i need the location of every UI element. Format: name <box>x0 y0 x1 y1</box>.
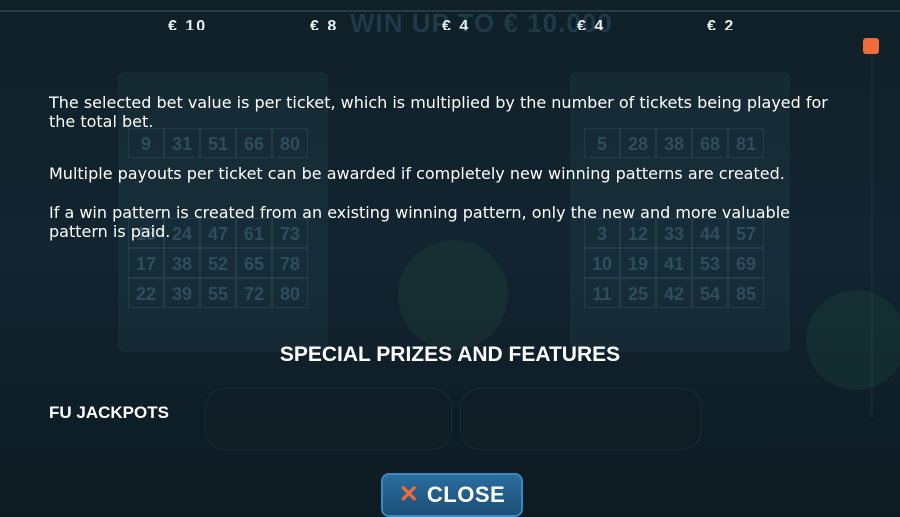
prize-value: € 4 <box>577 18 606 30</box>
help-paragraph-win-pattern: If a win pattern is created from an exis… <box>49 203 790 241</box>
background-grid-cell: 81 <box>728 128 764 158</box>
help-paragraph-bet: The selected bet value is per ticket, wh… <box>49 93 828 131</box>
background-grid-cell: 80 <box>272 278 308 308</box>
background-grid-cell: 22 <box>128 278 164 308</box>
section-title: SPECIAL PRIZES AND FEATURES <box>279 343 621 366</box>
prize-value: € 4 <box>442 18 471 30</box>
background-grid-cell: 53 <box>692 248 728 278</box>
background-grid-cell: 17 <box>128 248 164 278</box>
background-grid-cell: 69 <box>728 248 764 278</box>
subsection-title: FU JACKPOTS <box>49 403 169 422</box>
background-grid-cell: 9 <box>128 128 164 158</box>
prize-value: € 2 <box>707 18 736 30</box>
close-x-icon: ✕ <box>398 481 419 508</box>
background-grid-cell: 72 <box>236 278 272 308</box>
background-grid-cell: 10 <box>584 248 620 278</box>
background-grid-cell: 85 <box>728 278 764 308</box>
close-button-label: CLOSE <box>426 482 506 507</box>
background-grid-cell: 54 <box>692 278 728 308</box>
help-paragraph-multiple-payouts: Multiple payouts per ticket can be award… <box>49 164 785 183</box>
background-grid-cell: 28 <box>620 128 656 158</box>
background-grid-cell: 25 <box>620 278 656 308</box>
background-grid-cell: 42 <box>656 278 692 308</box>
background-grid-cell: 78 <box>272 248 308 278</box>
background-grid-cell: 5 <box>584 128 620 158</box>
background-grid-cell: 39 <box>164 278 200 308</box>
background-ball <box>398 240 508 350</box>
background-grid-cell: 19 <box>620 248 656 278</box>
background-grid-cell: 38 <box>656 128 692 158</box>
prize-value: € 8 <box>310 18 339 30</box>
background-grid-cell: 65 <box>236 248 272 278</box>
background-grid-cell: 80 <box>272 128 308 158</box>
background-grid-cell: 31 <box>164 128 200 158</box>
prize-value: € 10 <box>168 18 208 30</box>
close-button[interactable]: ✕ CLOSE <box>381 473 523 517</box>
background-grid-cell: 52 <box>200 248 236 278</box>
background-grid-cell: 51 <box>200 128 236 158</box>
background-headline: WIN UP TO € 10.000 <box>350 8 613 38</box>
background-grid-cell: 55 <box>200 278 236 308</box>
background-grid-cell: 11 <box>584 278 620 308</box>
background-slot-right <box>460 388 702 450</box>
background-slot-left <box>205 388 452 450</box>
background-play-button <box>806 290 900 390</box>
background-grid-cell: 68 <box>692 128 728 158</box>
background-grid-cell: 66 <box>236 128 272 158</box>
background-grid-cell: 38 <box>164 248 200 278</box>
background-grid-cell: 41 <box>656 248 692 278</box>
scrollbar-thumb[interactable] <box>863 38 879 54</box>
